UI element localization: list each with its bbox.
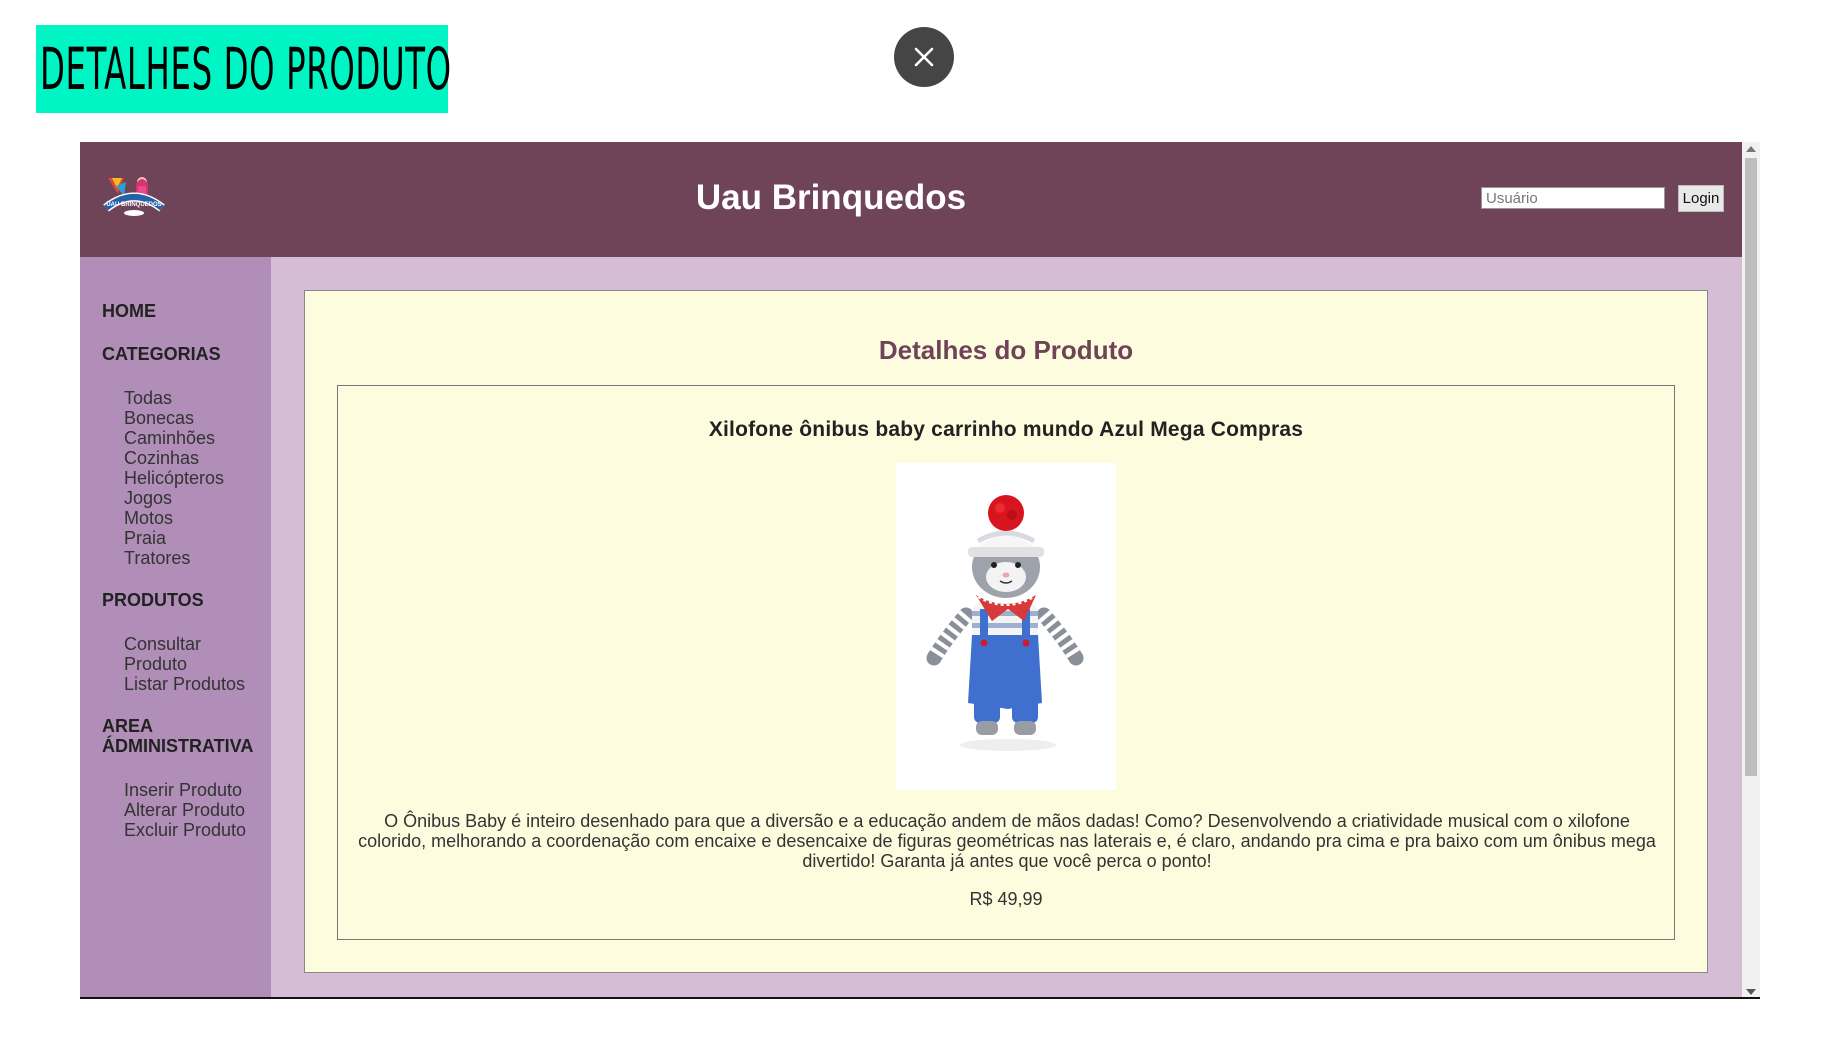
- sidebar-item-todas[interactable]: Todas: [124, 388, 271, 408]
- sidebar-item-caminhoes[interactable]: Caminhões: [124, 428, 271, 448]
- sidebar-item-praia[interactable]: Praia: [124, 528, 271, 548]
- vertical-scrollbar[interactable]: [1742, 142, 1760, 997]
- login-button[interactable]: Login: [1678, 185, 1724, 212]
- product-description: O Ônibus Baby é inteiro desenhado para q…: [358, 811, 1656, 871]
- sidebar-item-listar-produtos[interactable]: Listar Produtos: [124, 674, 252, 694]
- admin-list: Inserir Produto Alterar Produto Excluir …: [102, 756, 271, 840]
- sidebar-section-produtos: PRODUTOS: [102, 590, 204, 610]
- sidebar-item-excluir-produto[interactable]: Excluir Produto: [124, 820, 271, 840]
- slide-title: DETALHES DO PRODUTO: [40, 35, 452, 103]
- categorias-list: Todas Bonecas Caminhões Cozinhas Helicóp…: [102, 364, 271, 568]
- sidebar-item-consultar-produto[interactable]: Consultar Produto: [124, 634, 252, 674]
- main-content: Detalhes do Produto Xilofone ônibus baby…: [304, 290, 1708, 973]
- page-title: Detalhes do Produto: [878, 335, 1134, 365]
- sidebar: HOME CATEGORIAS Todas Bonecas Caminhões …: [80, 257, 271, 997]
- sidebar-item-jogos[interactable]: Jogos: [124, 488, 271, 508]
- slide: DETALHES DO PRODUTO UAU BRINQUEDOS Uau B…: [0, 0, 1823, 1037]
- produtos-list: Consultar Produto Listar Produtos: [102, 610, 252, 694]
- sidebar-item-motos[interactable]: Motos: [124, 508, 271, 528]
- close-button[interactable]: [894, 27, 954, 87]
- sidebar-section-admin: AREA ÁDMINISTRATIVA: [102, 716, 254, 756]
- sidebar-item-helicopteros[interactable]: Helicópteros: [124, 468, 271, 488]
- product-card: Xilofone ônibus baby carrinho mundo Azul…: [337, 385, 1675, 940]
- scroll-up-arrow-icon[interactable]: [1746, 146, 1756, 152]
- sidebar-item-bonecas[interactable]: Bonecas: [124, 408, 271, 428]
- site-header: UAU BRINQUEDOS Uau Brinquedos Login: [80, 142, 1742, 257]
- site-title: Uau Brinquedos: [695, 178, 967, 217]
- scroll-down-arrow-icon[interactable]: [1746, 989, 1756, 995]
- sidebar-section-categorias: CATEGORIAS: [102, 344, 221, 364]
- browser-viewport: UAU BRINQUEDOS Uau Brinquedos Login HOME…: [80, 142, 1760, 999]
- slide-title-banner: DETALHES DO PRODUTO: [36, 25, 451, 113]
- sidebar-item-home[interactable]: HOME: [102, 301, 271, 321]
- username-input[interactable]: [1481, 187, 1665, 209]
- scrollbar-thumb[interactable]: [1745, 158, 1757, 776]
- sidebar-item-cozinhas[interactable]: Cozinhas: [124, 448, 271, 468]
- product-name: Xilofone ônibus baby carrinho mundo Azul…: [708, 418, 1304, 441]
- sidebar-item-tratores[interactable]: Tratores: [124, 548, 271, 568]
- sidebar-item-alterar-produto[interactable]: Alterar Produto: [124, 800, 271, 820]
- product-image: [896, 463, 1116, 790]
- product-price: R$ 49,99: [969, 889, 1043, 909]
- sidebar-item-inserir-produto[interactable]: Inserir Produto: [124, 780, 271, 800]
- close-icon: [914, 47, 934, 67]
